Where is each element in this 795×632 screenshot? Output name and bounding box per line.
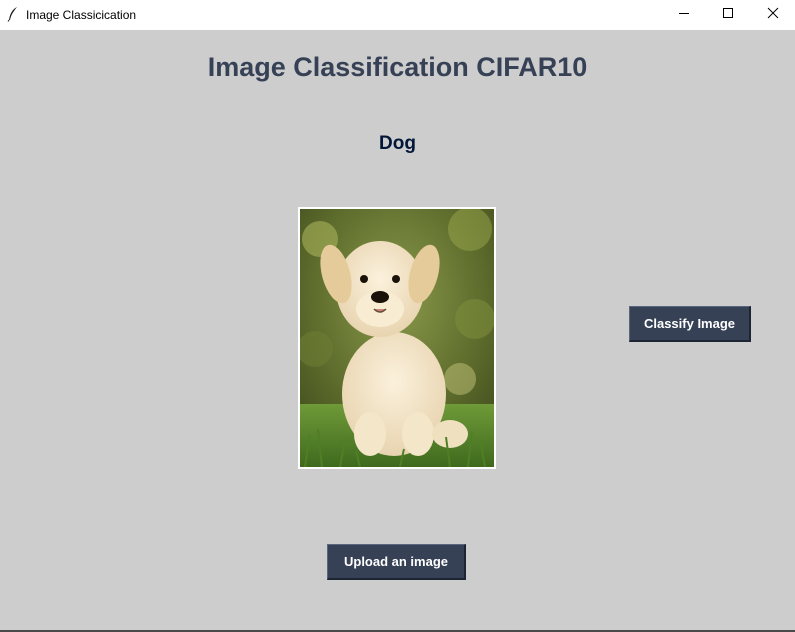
window-title: Image Classicication <box>26 8 137 22</box>
maximize-button[interactable] <box>705 0 751 30</box>
labrador-puppy-photo <box>300 209 494 467</box>
minimize-icon <box>678 6 690 24</box>
minimize-button[interactable] <box>661 0 707 30</box>
upload-image-button[interactable]: Upload an image <box>327 544 466 580</box>
close-button[interactable] <box>750 0 795 30</box>
feather-icon <box>7 6 19 22</box>
uploaded-image <box>298 207 496 469</box>
classification-result: Dog <box>379 133 416 154</box>
classify-image-button[interactable]: Classify Image <box>629 306 751 342</box>
page-title: Image Classification CIFAR10 <box>207 52 588 82</box>
close-icon <box>767 6 779 24</box>
maximize-icon <box>722 6 734 24</box>
title-bar: Image Classicication <box>0 0 795 30</box>
